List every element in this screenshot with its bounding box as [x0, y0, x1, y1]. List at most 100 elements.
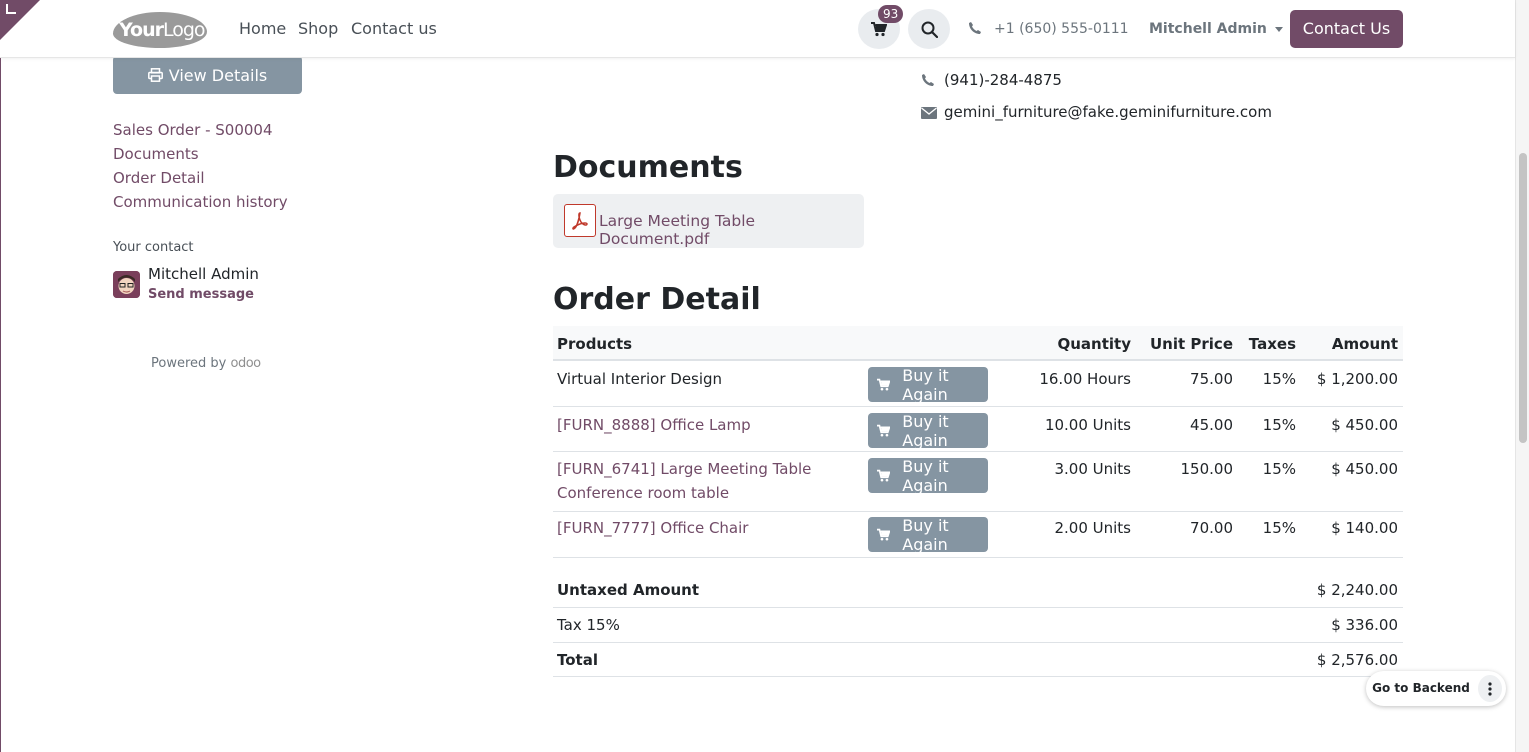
cart-icon — [877, 469, 891, 481]
product-name: Virtual Interior Design — [557, 370, 723, 388]
table-row: [FURN_6741] Large Meeting Table Conferen… — [553, 452, 1403, 512]
print-icon — [147, 68, 163, 82]
line-unit-price: 75.00 — [1190, 370, 1233, 388]
line-unit-price: 150.00 — [1180, 460, 1234, 478]
contact-us-button[interactable]: Contact Us — [1290, 10, 1403, 48]
page-scrollbar[interactable] — [1515, 0, 1529, 752]
user-name: Mitchell Admin — [1149, 21, 1267, 37]
cart-icon — [877, 528, 891, 540]
your-contact-label: Your contact — [113, 240, 194, 255]
pdf-file-icon — [564, 204, 596, 237]
product-link[interactable]: [FURN_7777] Office Chair — [557, 519, 748, 537]
header-phone[interactable]: +1 (650) 555-0111 — [994, 21, 1129, 37]
buy-again-label: Buy it Again — [902, 411, 949, 450]
line-quantity: 2.00 Units — [1054, 519, 1131, 537]
buy-again-button[interactable]: Buy it Again — [868, 456, 988, 495]
product-link[interactable]: [FURN_8888] Office Lamp — [557, 416, 751, 434]
table-row: [FURN_8888] Office Lamp Buy it Again 10.… — [553, 407, 1403, 452]
cart-icon — [871, 21, 887, 36]
phone-icon — [969, 22, 981, 34]
line-taxes: 15% — [1262, 416, 1296, 434]
phone-icon — [922, 74, 934, 86]
tax-label: Tax 15% — [557, 616, 620, 634]
total-row: Total $ 2,576.00 — [553, 643, 1403, 677]
avatar — [113, 271, 140, 298]
customer-phone: (941)-284-4875 — [944, 71, 1062, 89]
line-amount: $ 1,200.00 — [1316, 370, 1398, 388]
send-message-link[interactable]: Send message — [148, 287, 254, 302]
customer-email: gemini_furniture@fake.geminifurniture.co… — [944, 103, 1272, 121]
sidebar-link-order-detail[interactable]: Order Detail — [113, 169, 205, 187]
col-unit-price: Unit Price — [1150, 335, 1233, 353]
total-value: $ 2,576.00 — [1316, 651, 1398, 669]
documents-heading: Documents — [553, 150, 743, 185]
powered-by: Powered by odoo — [151, 356, 261, 371]
logo-text-thin: Logo — [162, 19, 206, 41]
col-amount: Amount — [1331, 335, 1398, 353]
odoo-logo[interactable]: odoo — [231, 356, 262, 371]
table-row: Virtual Interior Design Buy it Again 16.… — [553, 361, 1403, 407]
line-amount: $ 450.00 — [1331, 460, 1398, 478]
view-details-button[interactable]: View Details — [113, 56, 302, 94]
product-link[interactable]: [FURN_6741] Large Meeting Table — [557, 460, 811, 478]
corner-arrow-icon[interactable] — [6, 4, 16, 14]
sidebar-link-sales-order[interactable]: Sales Order - S00004 — [113, 121, 273, 139]
buy-again-label: Buy it Again — [902, 365, 949, 404]
untaxed-amount-row: Untaxed Amount $ 2,240.00 — [553, 572, 1403, 608]
document-card[interactable]: Large Meeting Table Document.pdf — [553, 194, 864, 248]
line-amount: $ 140.00 — [1331, 519, 1398, 537]
cart-icon — [877, 378, 891, 390]
buy-again-label: Buy it Again — [902, 515, 949, 554]
scrollbar-thumb[interactable] — [1519, 153, 1527, 443]
chevron-down-icon — [1274, 26, 1283, 32]
user-menu-dropdown[interactable]: Mitchell Admin — [1149, 21, 1283, 37]
buy-again-button[interactable]: Buy it Again — [868, 365, 988, 404]
untaxed-amount-label: Untaxed Amount — [557, 581, 700, 599]
backend-toolbar: Go to Backend — [1366, 671, 1506, 706]
sidebar-link-communication-history[interactable]: Communication history — [113, 193, 288, 211]
contact-name: Mitchell Admin — [148, 265, 259, 283]
buy-again-label: Buy it Again — [902, 456, 949, 495]
search-icon — [921, 21, 938, 38]
site-logo[interactable]: YourLogo — [113, 12, 207, 48]
envelope-icon — [921, 107, 937, 119]
col-taxes: Taxes — [1248, 335, 1296, 353]
cart-count-badge: 93 — [878, 5, 904, 23]
buy-again-button[interactable]: Buy it Again — [868, 411, 988, 450]
total-label: Total — [557, 651, 598, 669]
search-button[interactable] — [908, 9, 950, 49]
line-taxes: 15% — [1262, 370, 1296, 388]
table-row: [FURN_7777] Office Chair Buy it Again 2.… — [553, 512, 1403, 558]
document-file-link[interactable]: Large Meeting Table Document.pdf — [599, 212, 864, 248]
line-taxes: 15% — [1262, 519, 1296, 537]
product-description[interactable]: Conference room table — [557, 484, 729, 502]
col-products: Products — [557, 335, 633, 353]
buy-again-button[interactable]: Buy it Again — [868, 515, 988, 554]
order-detail-heading: Order Detail — [553, 282, 761, 317]
line-quantity: 3.00 Units — [1054, 460, 1131, 478]
line-quantity: 16.00 Hours — [1039, 370, 1131, 388]
line-quantity: 10.00 Units — [1044, 416, 1131, 434]
line-amount: $ 450.00 — [1331, 416, 1398, 434]
more-options-button[interactable] — [1478, 675, 1502, 702]
untaxed-amount-value: $ 2,240.00 — [1316, 581, 1398, 599]
order-table-header: Products Quantity Unit Price Taxes Amoun… — [553, 326, 1403, 361]
site-header: YourLogo Home Shop Contact us 93 +1 (650… — [0, 0, 1515, 58]
nav-home[interactable]: Home — [239, 19, 286, 38]
cart-icon — [877, 424, 891, 436]
tax-value: $ 336.00 — [1331, 616, 1398, 634]
logo-text-bold: Your — [119, 19, 164, 41]
line-unit-price: 70.00 — [1190, 519, 1233, 537]
nav-shop[interactable]: Shop — [298, 19, 338, 38]
line-unit-price: 45.00 — [1190, 416, 1233, 434]
sidebar-link-documents[interactable]: Documents — [113, 145, 199, 163]
col-quantity: Quantity — [1057, 335, 1132, 353]
line-taxes: 15% — [1262, 460, 1296, 478]
tax-row: Tax 15% $ 336.00 — [553, 608, 1403, 643]
kebab-menu-icon — [1488, 681, 1492, 696]
powered-by-text: Powered by — [151, 356, 227, 371]
page-left-accent — [0, 0, 1, 752]
nav-contact-us[interactable]: Contact us — [351, 19, 437, 38]
view-details-label: View Details — [168, 65, 268, 85]
go-to-backend-button[interactable]: Go to Backend — [1370, 675, 1472, 702]
